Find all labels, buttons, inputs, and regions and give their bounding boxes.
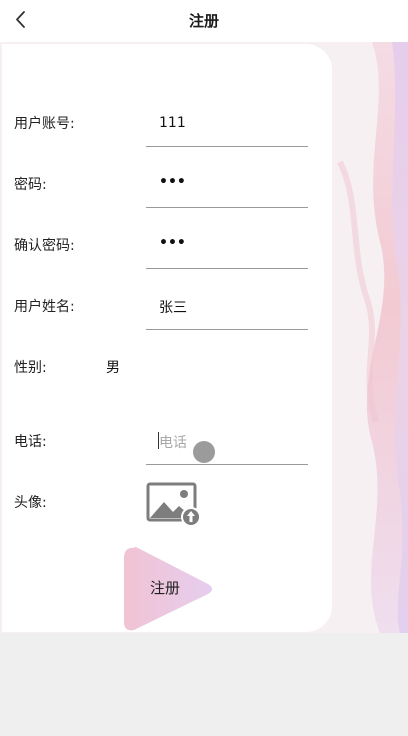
confirm-password-label: 确认密码: (14, 238, 75, 254)
touch-indicator (193, 441, 215, 463)
top-bar: 注册 (0, 0, 408, 42)
phone-label: 电话: (14, 434, 47, 450)
password-input[interactable]: ••• (159, 174, 186, 190)
avatar-upload-button[interactable] (146, 482, 202, 528)
register-button-label: 注册 (150, 579, 181, 597)
name-label: 用户姓名: (14, 299, 75, 315)
image-upload-icon (146, 482, 201, 527)
text-caret (158, 432, 159, 449)
avatar-label: 头像: (14, 495, 47, 511)
password-label: 密码: (14, 177, 47, 193)
account-input[interactable]: 111 (159, 115, 186, 131)
phone-input[interactable]: 电话 (159, 432, 187, 452)
confirm-password-input[interactable]: ••• (159, 235, 186, 251)
register-button[interactable]: 注册 (122, 544, 214, 634)
account-label: 用户账号: (14, 116, 75, 132)
account-underline (146, 146, 308, 147)
password-underline (146, 207, 308, 208)
page-title: 注册 (188, 12, 219, 30)
confirm-password-underline (146, 268, 308, 269)
phone-underline (146, 464, 308, 465)
name-underline (146, 329, 308, 330)
gender-select[interactable]: 男 (106, 357, 120, 377)
name-input[interactable]: 张三 (159, 297, 187, 317)
register-screen: 注册 用户账号: 111 密码: ••• 确认密码: ••• 用户姓名: 张三 … (0, 0, 408, 736)
gender-label: 性别: (14, 360, 47, 376)
